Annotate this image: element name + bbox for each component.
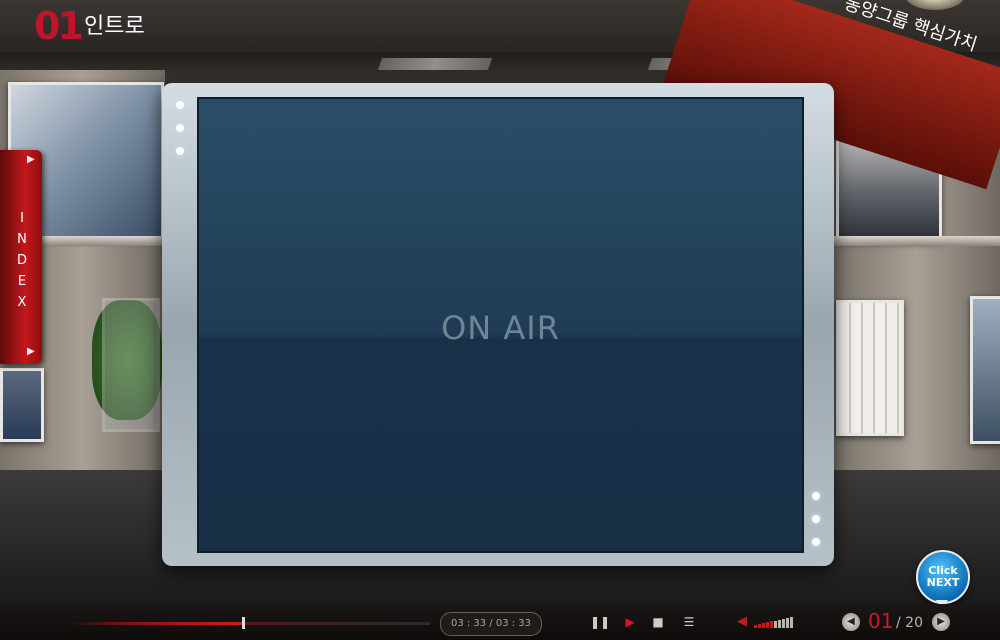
index-tab[interactable]: ▶ INDEX ▶ — [0, 150, 42, 364]
chapter-title: 인트로 — [84, 14, 145, 39]
volume-bar — [754, 625, 757, 628]
indicator-light — [176, 147, 184, 155]
time-display: 03 : 33 / 03 : 33 — [440, 612, 542, 636]
video-screen[interactable]: ON AIR — [197, 97, 804, 553]
speaker-icon[interactable]: ◀ — [737, 614, 747, 629]
indicator-light — [176, 101, 184, 109]
progress-fill — [70, 622, 244, 625]
click-next-button[interactable]: Click NEXT — [916, 550, 970, 604]
video-monitor: ON AIR — [162, 83, 834, 566]
index-label: INDEX — [16, 211, 27, 310]
wall-photo-building — [970, 296, 1000, 444]
volume-bar — [778, 619, 781, 628]
chevron-right-icon[interactable]: ▶ — [932, 613, 950, 631]
progress-track[interactable] — [70, 622, 430, 625]
list-icon[interactable]: ☰ — [681, 614, 697, 630]
volume-bar — [790, 616, 793, 628]
volume-bar — [758, 624, 761, 628]
indicator-light — [176, 124, 184, 132]
volume-bar — [786, 617, 789, 628]
volume-bar — [766, 622, 769, 628]
wall-photo-calligraphy — [836, 300, 904, 436]
pause-icon[interactable]: ❚❚ — [590, 614, 610, 630]
index-arrow-icon: ▶ — [27, 346, 35, 357]
play-icon[interactable]: ▶ — [622, 614, 638, 630]
volume-bar — [770, 621, 773, 628]
click-next-line2: NEXT — [926, 576, 960, 589]
indicator-light — [812, 515, 820, 523]
page-total: / 20 — [896, 615, 923, 631]
wall-frame — [102, 298, 160, 432]
chapter-number: 01 — [34, 4, 84, 48]
wall-photo-group — [0, 368, 44, 442]
index-arrow-icon: ▶ — [27, 154, 35, 165]
volume-bar — [762, 623, 765, 628]
ceiling-light — [377, 58, 493, 70]
indicator-light — [812, 538, 820, 546]
volume-bar — [782, 618, 785, 628]
shelf — [834, 236, 1000, 246]
progress-knob[interactable] — [242, 617, 245, 629]
indicator-light — [812, 492, 820, 500]
page-current: 01 — [868, 609, 894, 633]
volume-bar — [774, 620, 777, 628]
on-air-text: ON AIR — [441, 309, 560, 347]
chevron-left-icon[interactable]: ◀ — [842, 613, 860, 631]
stop-icon[interactable]: ■ — [650, 614, 666, 630]
